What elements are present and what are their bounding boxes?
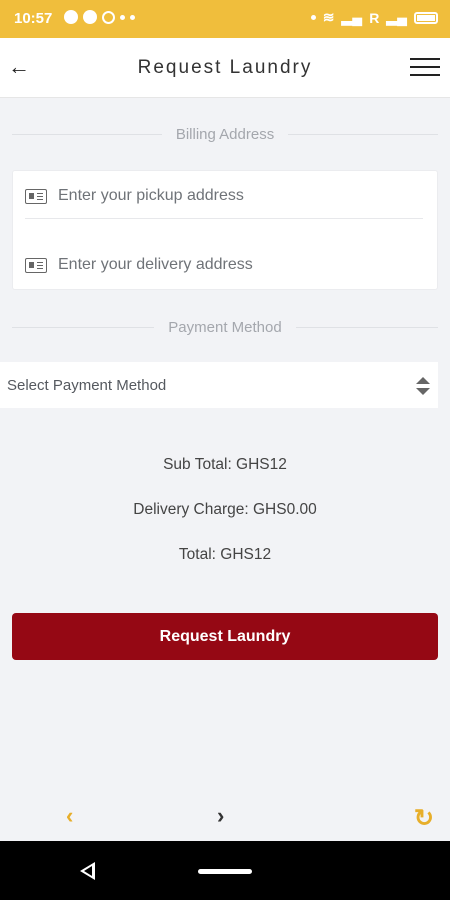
reload-icon[interactable]: ↻	[414, 804, 434, 833]
signal-icon: ▂▄	[341, 9, 363, 25]
status-time: 10:57	[14, 10, 53, 27]
wifi-icon: ≋	[322, 9, 335, 25]
status-bar: 10:57 ≋ ▂▄ R ▂▄	[0, 0, 450, 38]
system-nav-bar	[0, 841, 450, 900]
id-card-icon	[25, 188, 47, 204]
address-card	[12, 170, 438, 290]
whatsapp-icon	[83, 10, 97, 24]
divider	[25, 218, 423, 219]
divider	[288, 133, 439, 135]
bottom-nav: ‹ › ↻	[0, 795, 450, 841]
dot-icon	[310, 15, 316, 20]
payment-method-select[interactable]: Select Payment Method	[0, 362, 438, 408]
sub-total: Sub Total: GHS12	[163, 456, 287, 473]
more-dot-icon	[120, 14, 125, 20]
shield-icon	[102, 10, 115, 24]
select-arrows-icon	[416, 377, 430, 395]
signal-icon: ▂▄	[386, 9, 407, 25]
divider	[12, 326, 155, 328]
app-header: ← Request Laundry	[0, 38, 450, 98]
notification-icons	[64, 10, 135, 24]
payment-select-label: Select Payment Method	[7, 376, 167, 394]
divider	[12, 133, 162, 135]
hamburger-icon	[410, 58, 440, 60]
request-laundry-button[interactable]: Request Laundry	[12, 613, 438, 660]
menu-button[interactable]	[410, 55, 440, 79]
payment-title-text: Payment Method	[168, 318, 282, 336]
pickup-address-input[interactable]	[58, 187, 398, 205]
billing-section-title: Billing Address	[12, 124, 439, 144]
payment-section-title: Payment Method	[12, 317, 438, 337]
delivery-address-input[interactable]	[58, 256, 398, 274]
page-title: Request Laundry	[137, 57, 313, 78]
divider	[295, 326, 438, 328]
billing-title-text: Billing Address	[175, 125, 275, 143]
system-icons: ≋ ▂▄ R ▂▄	[310, 9, 438, 26]
system-home-handle[interactable]	[198, 869, 252, 874]
more-dot-icon	[130, 14, 135, 20]
id-card-icon	[25, 257, 47, 273]
carrier-mark: R	[369, 9, 380, 26]
chevron-right-icon[interactable]: ›	[217, 803, 224, 829]
delivery-address-row[interactable]	[13, 240, 437, 290]
pickup-address-row[interactable]	[13, 171, 437, 221]
notification-icon	[64, 10, 78, 24]
total: Total: GHS12	[178, 546, 272, 563]
delivery-charge: Delivery Charge: GHS0.00	[133, 501, 317, 518]
chevron-left-icon[interactable]: ‹	[66, 803, 73, 829]
battery-icon	[414, 11, 438, 24]
